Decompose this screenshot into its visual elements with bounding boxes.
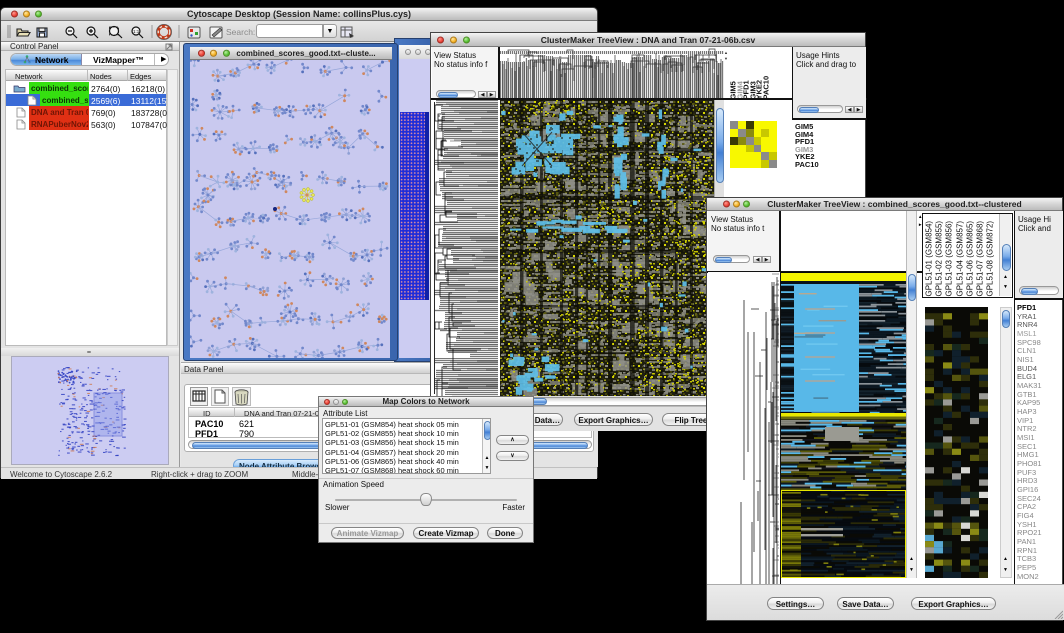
svg-text:1:1: 1:1	[133, 29, 140, 34]
svg-text:Search:: Search:	[226, 27, 255, 37]
